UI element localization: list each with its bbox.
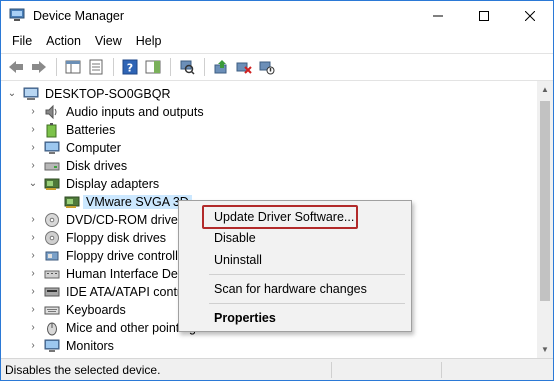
tree-item-monitors[interactable]: › Monitors: [1, 337, 537, 355]
scroll-up-arrow-icon[interactable]: ▲: [537, 81, 553, 98]
collapse-chevron-icon[interactable]: ⌄: [7, 88, 17, 100]
menu-bar: File Action View Help: [1, 31, 553, 53]
tree-item-label: Human Interface Dev: [66, 267, 185, 281]
tree-item-label: Batteries: [66, 123, 116, 137]
context-menu: Update Driver Software... Disable Uninst…: [178, 200, 412, 332]
status-text: Disables the selected device.: [5, 363, 161, 377]
tree-item-label: Keyboards: [66, 303, 126, 317]
expand-chevron-icon[interactable]: ›: [28, 232, 38, 244]
expand-chevron-icon[interactable]: ›: [28, 340, 38, 352]
tree-item-audio[interactable]: › Audio inputs and outputs: [1, 103, 537, 121]
tree-item-computer[interactable]: › Computer: [1, 139, 537, 157]
tree-item-label: Display adapters: [66, 177, 160, 191]
menu-file[interactable]: File: [5, 31, 39, 53]
toolbar-separator: [204, 58, 205, 76]
properties-menu-item[interactable]: Properties: [181, 307, 409, 329]
floppy-controller-icon: [44, 248, 60, 264]
title-bar: Device Manager: [1, 1, 553, 31]
window-title: Device Manager: [33, 9, 125, 23]
annotation-highlight-box: [202, 205, 358, 229]
tree-item-label: Monitors: [66, 339, 114, 353]
menu-action[interactable]: Action: [39, 31, 88, 53]
display-adapter-icon: [64, 194, 80, 210]
device-manager-window: Device Manager File Action View Help ? ⌄…: [0, 0, 554, 381]
maximize-button[interactable]: [461, 1, 507, 31]
scan-hardware-menu-item[interactable]: Scan for hardware changes: [181, 278, 409, 300]
menu-separator: [209, 303, 405, 304]
tree-item-label: Computer: [66, 141, 121, 155]
status-divider: [331, 362, 332, 378]
tree-item-label: Floppy disk drives: [66, 231, 167, 245]
battery-icon: [44, 122, 60, 138]
expand-chevron-icon[interactable]: ›: [28, 322, 38, 334]
speaker-icon: [44, 104, 60, 120]
uninstall-device-icon[interactable]: [233, 56, 255, 78]
tree-root[interactable]: ⌄ DESKTOP-SO0GBQR: [1, 85, 537, 103]
close-button[interactable]: [507, 1, 553, 31]
properties-sheet-icon[interactable]: [85, 56, 107, 78]
toolbar-separator: [56, 58, 57, 76]
ide-controller-icon: [44, 284, 60, 300]
tree-item-label: VMware SVGA 3D: [83, 195, 192, 209]
minimize-button[interactable]: [415, 1, 461, 31]
toolbar-separator: [113, 58, 114, 76]
tree-item-label: Audio inputs and outputs: [66, 105, 204, 119]
tree-item-label: Disk drives: [66, 159, 128, 173]
uninstall-menu-item[interactable]: Uninstall: [181, 249, 409, 271]
tree-item-label: IDE ATA/ATAPI contro: [66, 285, 189, 299]
help-icon[interactable]: ?: [119, 56, 141, 78]
disk-drive-icon: [44, 158, 60, 174]
display-adapter-icon: [44, 176, 60, 192]
scan-hardware-icon[interactable]: [176, 56, 198, 78]
monitor-icon: [44, 338, 60, 354]
show-hide-console-tree-icon[interactable]: [62, 56, 84, 78]
expand-chevron-icon[interactable]: ›: [28, 268, 38, 280]
expand-chevron-icon[interactable]: ›: [28, 142, 38, 154]
hid-icon: [44, 266, 60, 282]
toolbar-separator: [170, 58, 171, 76]
status-bar: Disables the selected device.: [1, 358, 553, 380]
menu-help[interactable]: Help: [129, 31, 169, 53]
scroll-down-arrow-icon[interactable]: ▼: [537, 341, 553, 358]
expand-chevron-icon[interactable]: ›: [28, 214, 38, 226]
menu-separator: [209, 274, 405, 275]
vertical-scrollbar[interactable]: ▲ ▼: [537, 81, 553, 358]
scrollbar-thumb[interactable]: [540, 101, 550, 301]
svg-text:?: ?: [127, 62, 133, 75]
toolbar: ?: [1, 53, 553, 81]
expand-chevron-icon[interactable]: ›: [28, 286, 38, 298]
tree-item-label: Floppy drive controlle: [66, 249, 185, 263]
menu-item-label: Uninstall: [214, 253, 262, 267]
back-button[interactable]: [5, 56, 27, 78]
expand-chevron-icon[interactable]: ›: [28, 124, 38, 136]
monitor-icon: [44, 140, 60, 156]
menu-item-label: Disable: [214, 231, 256, 245]
disable-menu-item[interactable]: Disable: [181, 227, 409, 249]
tree-item-disk-drives[interactable]: › Disk drives: [1, 157, 537, 175]
expand-chevron-icon[interactable]: ›: [28, 250, 38, 262]
menu-item-label: Properties: [214, 311, 276, 325]
dvd-drive-icon: [44, 212, 60, 228]
tree-item-label: DVD/CD-ROM drives: [66, 213, 185, 227]
expand-chevron-icon[interactable]: ›: [28, 106, 38, 118]
tree-item-batteries[interactable]: › Batteries: [1, 121, 537, 139]
expand-chevron-icon[interactable]: ›: [28, 160, 38, 172]
tree-item-display-adapters[interactable]: ⌄ Display adapters: [1, 175, 537, 193]
status-divider: [441, 362, 442, 378]
forward-button[interactable]: [28, 56, 50, 78]
computer-icon: [23, 86, 39, 102]
device-manager-icon: [9, 8, 25, 22]
tree-item-label: Mice and other pointing: [66, 321, 196, 335]
update-driver-icon[interactable]: [210, 56, 232, 78]
collapse-chevron-icon[interactable]: ⌄: [28, 178, 38, 190]
menu-view[interactable]: View: [88, 31, 129, 53]
menu-item-label: Scan for hardware changes: [214, 282, 367, 296]
floppy-disk-icon: [44, 230, 60, 246]
disable-device-icon[interactable]: [256, 56, 278, 78]
action-pane-icon[interactable]: [142, 56, 164, 78]
mouse-icon: [44, 320, 60, 336]
expand-chevron-icon[interactable]: ›: [28, 304, 38, 316]
computer-name-label: DESKTOP-SO0GBQR: [45, 87, 171, 101]
keyboard-icon: [44, 302, 60, 318]
